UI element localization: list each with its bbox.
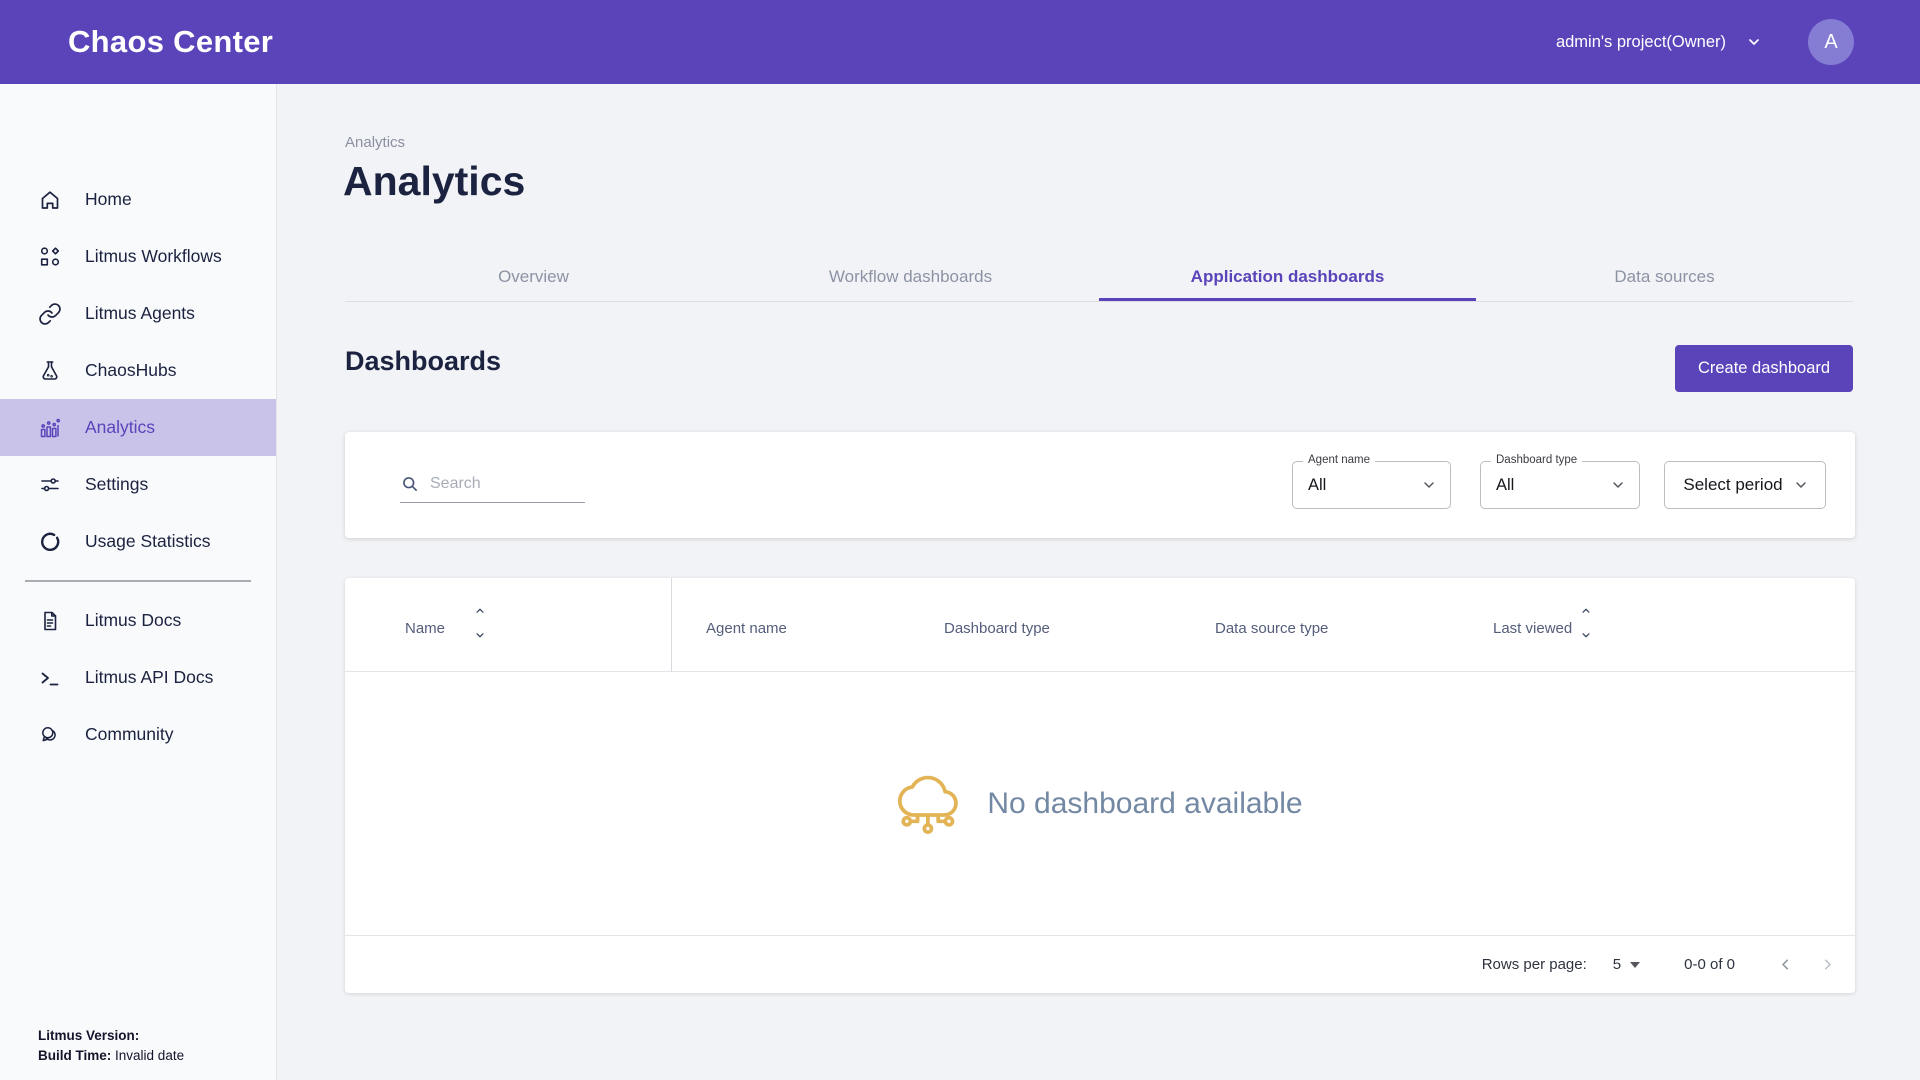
community-icon [38, 723, 62, 747]
filter-bar: Agent name All Dashboard type All Select… [345, 432, 1855, 538]
dashboard-type-select[interactable]: Dashboard type All [1480, 461, 1640, 509]
pagination-range: 0-0 of 0 [1684, 956, 1735, 973]
litmus-version-label: Litmus Version: [38, 1028, 139, 1043]
data-usage-icon [38, 530, 62, 554]
tab-data-sources[interactable]: Data sources [1476, 252, 1853, 301]
rows-per-page-label: Rows per page: [1482, 956, 1587, 973]
link-icon [38, 302, 62, 326]
select-period-button[interactable]: Select period [1664, 461, 1826, 509]
sidebar-item-litmus-agents[interactable]: Litmus Agents [0, 285, 276, 342]
tab-overview[interactable]: Overview [345, 252, 722, 301]
chevron-down-icon [1746, 34, 1762, 50]
sidebar-item-label: ChaosHubs [85, 360, 176, 381]
dashboards-heading: Dashboards [345, 346, 501, 377]
previous-page-button[interactable] [1771, 951, 1799, 979]
column-divider [671, 578, 672, 672]
chevron-down-icon[interactable] [473, 628, 487, 642]
sidebar-item-chaoshubs[interactable]: ChaosHubs [0, 342, 276, 399]
search-input[interactable] [430, 475, 570, 493]
terminal-icon [38, 666, 62, 690]
empty-state-message: No dashboard available [987, 787, 1302, 821]
agent-name-select-value: All [1308, 476, 1326, 495]
chevron-down-icon[interactable] [1579, 628, 1593, 642]
breadcrumb[interactable]: Analytics [345, 134, 405, 151]
create-dashboard-button[interactable]: Create dashboard [1675, 345, 1853, 392]
dashboard-type-select-value: All [1496, 476, 1514, 495]
sidebar-item-label: Usage Statistics [85, 531, 210, 552]
search-box [400, 474, 585, 503]
search-icon [400, 474, 420, 494]
document-icon [38, 609, 62, 633]
empty-state: No dashboard available [345, 672, 1855, 935]
table-header-row: Name Agent name Dashboard type Data sour… [345, 578, 1855, 672]
build-time-value: Invalid date [115, 1048, 184, 1063]
triangle-down-icon [1630, 962, 1640, 968]
project-selector-label: admin's project(Owner) [1556, 33, 1726, 52]
workflows-icon [38, 245, 62, 269]
column-header-name[interactable]: Name [405, 620, 445, 637]
sidebar: Home Litmus Workflows Litmus Agents Chao… [0, 84, 277, 1080]
sidebar-divider [25, 580, 251, 582]
tab-workflow-dashboards[interactable]: Workflow dashboards [722, 252, 1099, 301]
column-header-dashboard-type: Dashboard type [944, 620, 1050, 637]
chevron-down-icon [1793, 477, 1809, 493]
pagination-bar: Rows per page: 5 0-0 of 0 [345, 935, 1855, 993]
tab-bar: Overview Workflow dashboards Application… [345, 252, 1853, 302]
cloud-network-icon [897, 772, 959, 836]
sidebar-item-label: Litmus Docs [85, 610, 181, 631]
agent-name-select-label: Agent name [1303, 454, 1375, 466]
header-right: admin's project(Owner) A [1556, 19, 1854, 65]
last-viewed-sort-controls [1579, 604, 1593, 642]
sidebar-item-analytics[interactable]: Analytics [0, 399, 276, 456]
sliders-icon [38, 473, 62, 497]
agent-name-select[interactable]: Agent name All [1292, 461, 1451, 509]
select-period-label: Select period [1683, 475, 1782, 495]
avatar-initial: A [1824, 31, 1837, 54]
column-header-data-source-type: Data source type [1215, 620, 1328, 637]
dashboards-table: Name Agent name Dashboard type Data sour… [345, 578, 1855, 993]
sidebar-item-litmus-workflows[interactable]: Litmus Workflows [0, 228, 276, 285]
sidebar-item-litmus-api-docs[interactable]: Litmus API Docs [0, 649, 276, 706]
sidebar-item-label: Home [85, 189, 132, 210]
sidebar-item-label: Analytics [85, 417, 155, 438]
chevron-up-icon[interactable] [473, 604, 487, 618]
column-header-last-viewed[interactable]: Last viewed [1493, 620, 1572, 637]
home-icon [38, 188, 62, 212]
flask-icon [38, 359, 62, 383]
sidebar-item-litmus-docs[interactable]: Litmus Docs [0, 592, 276, 649]
app-header: Chaos Center admin's project(Owner) A [0, 0, 1920, 84]
sidebar-item-label: Community [85, 724, 174, 745]
sidebar-item-settings[interactable]: Settings [0, 456, 276, 513]
version-info: Litmus Version: Build Time: Invalid date [38, 1026, 184, 1066]
sidebar-item-community[interactable]: Community [0, 706, 276, 763]
next-page-button[interactable] [1813, 951, 1841, 979]
chevron-down-icon [1421, 477, 1437, 493]
sidebar-item-label: Litmus Agents [85, 303, 195, 324]
rows-per-page-select[interactable]: 5 [1613, 956, 1640, 973]
project-selector[interactable]: admin's project(Owner) [1556, 33, 1762, 52]
tab-application-dashboards[interactable]: Application dashboards [1099, 252, 1476, 301]
app-title: Chaos Center [68, 24, 273, 60]
sidebar-item-home[interactable]: Home [0, 171, 276, 228]
chevron-up-icon[interactable] [1579, 604, 1593, 618]
sidebar-item-label: Settings [85, 474, 148, 495]
chevron-down-icon [1610, 477, 1626, 493]
dashboard-type-select-label: Dashboard type [1491, 454, 1582, 466]
avatar[interactable]: A [1808, 19, 1854, 65]
sidebar-item-usage-statistics[interactable]: Usage Statistics [0, 513, 276, 570]
sidebar-item-label: Litmus API Docs [85, 667, 213, 688]
bar-chart-icon [38, 416, 62, 440]
column-header-agent-name: Agent name [706, 620, 787, 637]
page-title: Analytics [343, 158, 525, 205]
rows-per-page-value: 5 [1613, 956, 1621, 973]
name-sort-controls [473, 604, 487, 642]
build-time-label: Build Time: [38, 1048, 111, 1063]
sidebar-item-label: Litmus Workflows [85, 246, 222, 267]
